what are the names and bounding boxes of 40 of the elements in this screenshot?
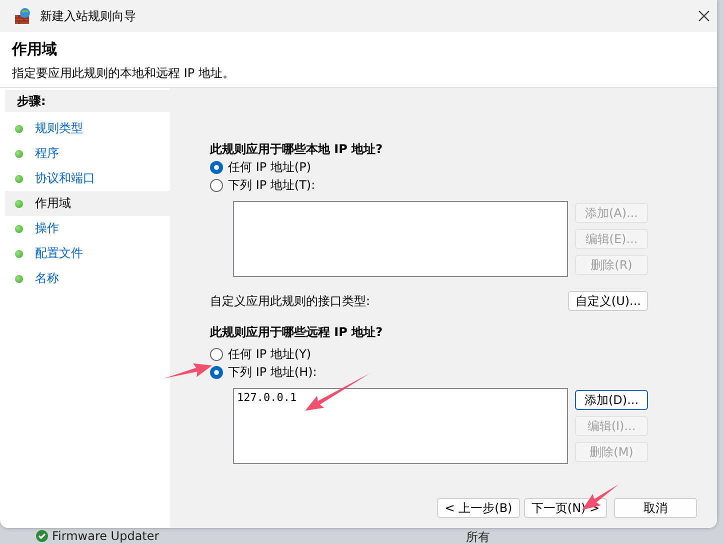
step-link[interactable]: 操作 [5,216,170,241]
steps-heading: 步骤: [5,90,170,112]
address-item[interactable]: 127.0.0.1 [237,391,564,404]
step-link[interactable]: 协议和端口 [5,166,170,191]
step-bullet-icon [15,250,23,258]
radio-label[interactable]: 任何 IP 地址(Y) [228,346,312,362]
step-link[interactable]: 名称 [5,266,170,291]
wizard-button[interactable]: 取消 [614,498,697,518]
step-link[interactable]: 规则类型 [5,116,170,141]
radio-button[interactable] [210,366,223,378]
wizard-button[interactable]: < 上一步(B) [437,498,520,518]
address-list[interactable]: 127.0.0.1 [233,388,568,464]
address-list[interactable] [233,201,568,277]
step-link[interactable]: 配置文件 [5,241,170,266]
interface-type-label: 自定义应用此规则的接口类型: [210,292,370,310]
table-cell: 所有 [466,529,490,544]
check-icon [36,530,48,542]
rule-name: Firmware Updater [52,529,160,543]
firewall-icon [14,7,32,25]
local-ip-question: 此规则应用于哪些本地 IP 地址? [210,140,384,158]
remote-ip-question: 此规则应用于哪些远程 IP 地址? [210,324,384,340]
radio-label[interactable]: 下列 IP 地址(T): [228,176,316,194]
page-description: 指定要应用此规则的本地和远程 IP 地址。 [12,65,236,82]
window-title: 新建入站规则向导 [40,8,137,24]
radio-label[interactable]: 下列 IP 地址(H): [228,364,317,380]
customize-button[interactable]: 自定义(U)... [568,291,648,311]
radio-button[interactable] [210,178,223,192]
step-link[interactable]: 程序 [5,141,170,166]
step-bullet-icon [15,124,23,132]
radio-button[interactable] [210,160,223,174]
step-bullet-icon [15,150,23,158]
step-bullet-icon [15,174,23,182]
radio-label[interactable]: 任何 IP 地址(P) [228,158,312,176]
list-action-button[interactable]: 添加(D)... [575,390,648,410]
step-bullet-icon [15,224,23,232]
page-title: 作用域 [12,40,58,59]
step-bullet-icon [15,200,23,208]
step-bullet-icon [15,274,23,282]
radio-button[interactable] [210,348,223,360]
step-link[interactable]: 作用域 [5,191,170,216]
